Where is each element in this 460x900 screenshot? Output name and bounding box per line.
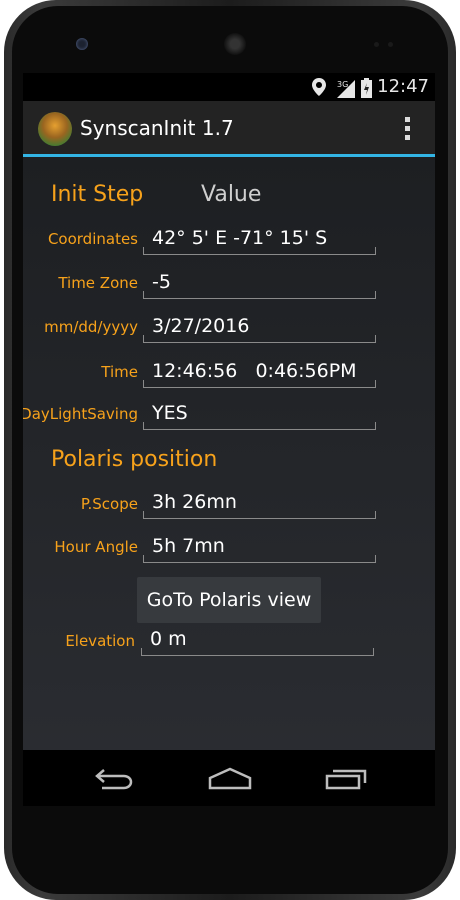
coordinates-underline (143, 247, 376, 255)
svg-text:3G: 3G (337, 80, 348, 89)
value-header: Value (201, 182, 262, 207)
home-icon[interactable] (208, 766, 252, 794)
light-sensor (388, 42, 393, 47)
pscope-field[interactable]: 3h 26mn (152, 491, 237, 513)
back-icon[interactable] (94, 766, 136, 794)
daylight-saving-label: DayLightSaving (23, 405, 138, 423)
daylight-saving-underline (143, 422, 376, 430)
recent-apps-icon[interactable] (325, 766, 367, 794)
elevation-field[interactable]: 0 m (150, 628, 187, 650)
time-zone-field[interactable]: -5 (152, 271, 171, 293)
time-zone-label: Time Zone (58, 274, 138, 292)
front-camera (76, 38, 88, 50)
earpiece-speaker (224, 33, 246, 55)
date-underline (143, 335, 376, 343)
elevation-label: Elevation (65, 632, 135, 650)
date-label: mm/dd/yyyy (44, 318, 138, 336)
time-label: Time (101, 363, 138, 381)
status-bar: 3G 12:47 (23, 73, 435, 101)
pscope-label: P.Scope (80, 495, 138, 513)
elevation-underline (141, 648, 374, 656)
device-screen: 3G 12:47 SynscanInit 1.7 Init Step Value… (23, 73, 435, 806)
signal-3g-icon: 3G (335, 78, 355, 102)
hour-angle-underline (143, 555, 376, 563)
polaris-position-header: Polaris position (51, 447, 218, 472)
daylight-saving-field[interactable]: YES (152, 402, 188, 424)
goto-polaris-button[interactable]: GoTo Polaris view (137, 577, 321, 623)
proximity-sensor (374, 42, 379, 47)
time-underline (143, 380, 376, 388)
pscope-underline (143, 511, 376, 519)
action-bar: SynscanInit 1.7 (23, 101, 435, 157)
status-time: 12:47 (377, 76, 429, 97)
navigation-bar (23, 750, 435, 806)
location-icon (312, 78, 326, 100)
coordinates-field[interactable]: 42° 5' E -71° 15' S (152, 227, 327, 249)
init-step-header: Init Step (51, 182, 144, 207)
app-logo-icon[interactable] (38, 112, 72, 146)
hour-angle-label: Hour Angle (54, 538, 138, 556)
overflow-menu-icon[interactable] (405, 117, 411, 141)
date-field[interactable]: 3/27/2016 (152, 315, 249, 337)
coordinates-label: Coordinates (47, 230, 138, 248)
time-field[interactable]: 12:46:56 0:46:56PM (152, 360, 357, 382)
hour-angle-field[interactable]: 5h 7mn (152, 535, 225, 557)
battery-charging-icon (361, 78, 372, 102)
app-title: SynscanInit 1.7 (80, 116, 234, 140)
main-content: Init Step Value Coordinates 42° 5' E -71… (23, 157, 435, 750)
time-zone-underline (143, 291, 376, 299)
